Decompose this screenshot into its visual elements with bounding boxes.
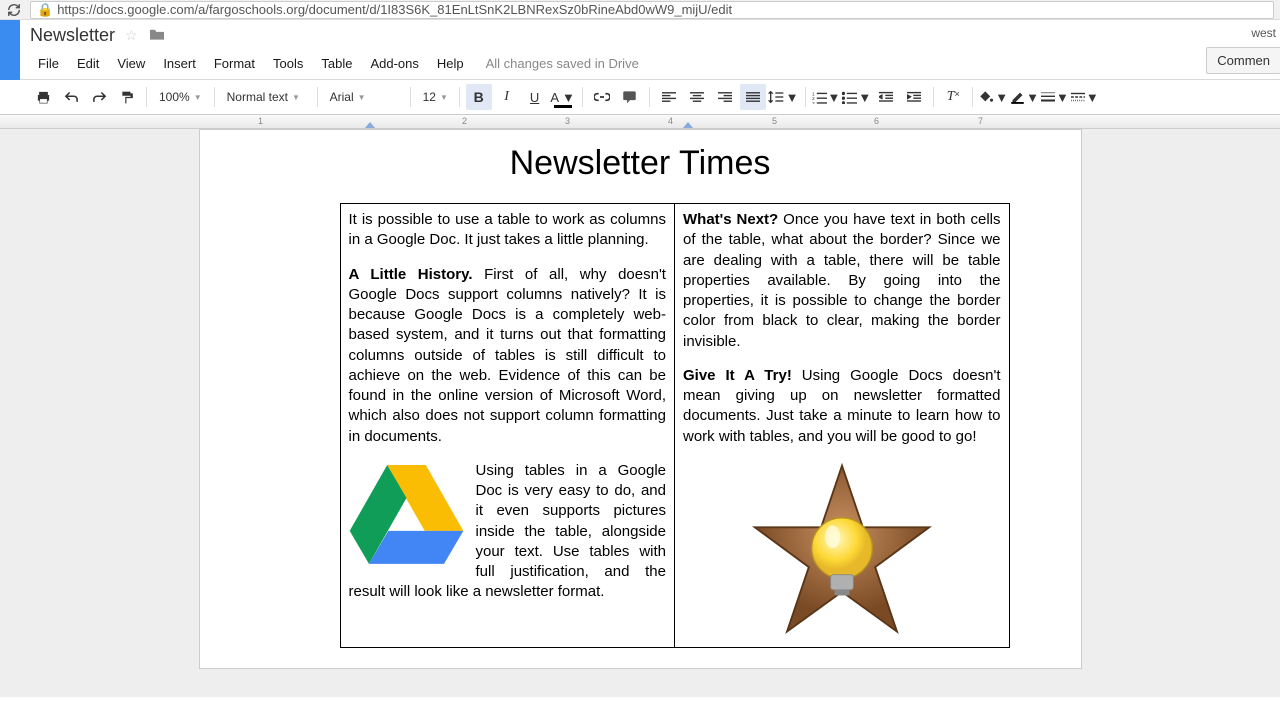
font-dropdown[interactable]: Arial▼	[324, 84, 404, 110]
comment-icon[interactable]	[617, 84, 643, 110]
fill-color-icon[interactable]: ▼	[979, 84, 1008, 110]
menu-help[interactable]: Help	[429, 52, 472, 75]
line-spacing-icon[interactable]: ▼	[768, 84, 799, 110]
table-cell-left[interactable]: It is possible to use a table to work as…	[340, 204, 675, 648]
user-label: west	[1251, 26, 1280, 40]
menu-file[interactable]: File	[30, 52, 67, 75]
print-icon[interactable]	[30, 84, 56, 110]
document-title[interactable]: Newsletter	[30, 25, 115, 46]
drive-logo-image[interactable]	[349, 465, 464, 571]
increase-indent-icon[interactable]	[901, 84, 927, 110]
menu-table[interactable]: Table	[313, 52, 360, 75]
lock-icon: 🔒	[37, 2, 53, 18]
paragraph[interactable]: It is possible to use a table to work as…	[349, 210, 667, 251]
paint-format-icon[interactable]	[114, 84, 140, 110]
style-dropdown[interactable]: Normal text▼	[221, 84, 311, 110]
paragraph[interactable]: Using tables in a Google Doc is very eas…	[349, 461, 667, 603]
indent-marker-right[interactable]	[683, 122, 693, 128]
table-cell-right[interactable]: What's Next? Once you have text in both …	[675, 204, 1010, 648]
border-color-icon[interactable]: ▼	[1010, 84, 1039, 110]
docs-logo[interactable]	[0, 20, 20, 80]
align-justify-icon[interactable]	[740, 84, 766, 110]
svg-text:3: 3	[812, 101, 815, 104]
document-canvas[interactable]: ↔|↔ Newsletter Times It is possible to u…	[0, 129, 1280, 697]
menu-bar: File Edit View Insert Format Tools Table…	[30, 46, 1280, 79]
content-table[interactable]: It is possible to use a table to work as…	[340, 203, 1010, 648]
border-width-icon[interactable]: ▼	[1041, 84, 1069, 110]
border-dash-icon[interactable]: ▼	[1071, 84, 1099, 110]
zoom-dropdown[interactable]: 100%▼	[153, 84, 208, 110]
underline-button[interactable]: U	[522, 84, 548, 110]
text-color-button[interactable]: A▼	[550, 84, 576, 110]
toolbar: 100%▼ Normal text▼ Arial▼ 12▼ B I U A▼ ▼…	[0, 80, 1280, 115]
decrease-indent-icon[interactable]	[873, 84, 899, 110]
comments-button[interactable]: Commen	[1206, 47, 1280, 74]
folder-icon[interactable]	[148, 27, 166, 44]
reload-icon[interactable]	[6, 2, 22, 18]
page[interactable]: Newsletter Times It is possible to use a…	[199, 129, 1082, 669]
menu-addons[interactable]: Add-ons	[362, 52, 426, 75]
menu-tools[interactable]: Tools	[265, 52, 311, 75]
clear-formatting-icon[interactable]: T×	[940, 84, 966, 110]
ruler[interactable]: 1 2 3 4 5 6 7	[0, 115, 1280, 129]
undo-icon[interactable]	[58, 84, 84, 110]
indent-marker[interactable]	[365, 122, 375, 128]
menu-view[interactable]: View	[109, 52, 153, 75]
menu-insert[interactable]: Insert	[155, 52, 204, 75]
font-size-dropdown[interactable]: 12▼	[417, 84, 453, 110]
redo-icon[interactable]	[86, 84, 112, 110]
paragraph[interactable]: What's Next? Once you have text in both …	[683, 210, 1001, 352]
docs-header: Newsletter ☆ File Edit View Insert Forma…	[0, 20, 1280, 80]
paragraph[interactable]: A Little History. First of all, why does…	[349, 265, 667, 447]
star-icon[interactable]: ☆	[125, 27, 138, 44]
document-heading[interactable]: Newsletter Times	[240, 130, 1041, 203]
menu-format[interactable]: Format	[206, 52, 263, 75]
bold-button[interactable]: B	[466, 84, 492, 110]
save-status: All changes saved in Drive	[486, 56, 639, 71]
align-left-icon[interactable]	[656, 84, 682, 110]
url-box[interactable]: 🔒 https://docs.google.com/a/fargoschools…	[30, 1, 1274, 19]
align-right-icon[interactable]	[712, 84, 738, 110]
url-text: https://docs.google.com/a/fargoschools.o…	[57, 2, 732, 17]
paragraph[interactable]: Give It A Try! Using Google Docs doesn't…	[683, 366, 1001, 447]
star-lightbulb-image[interactable]	[683, 461, 1001, 641]
bulleted-list-icon[interactable]: ▼	[842, 84, 871, 110]
menu-edit[interactable]: Edit	[69, 52, 107, 75]
numbered-list-icon[interactable]: 123▼	[812, 84, 841, 110]
link-icon[interactable]	[589, 84, 615, 110]
italic-button[interactable]: I	[494, 84, 520, 110]
align-center-icon[interactable]	[684, 84, 710, 110]
